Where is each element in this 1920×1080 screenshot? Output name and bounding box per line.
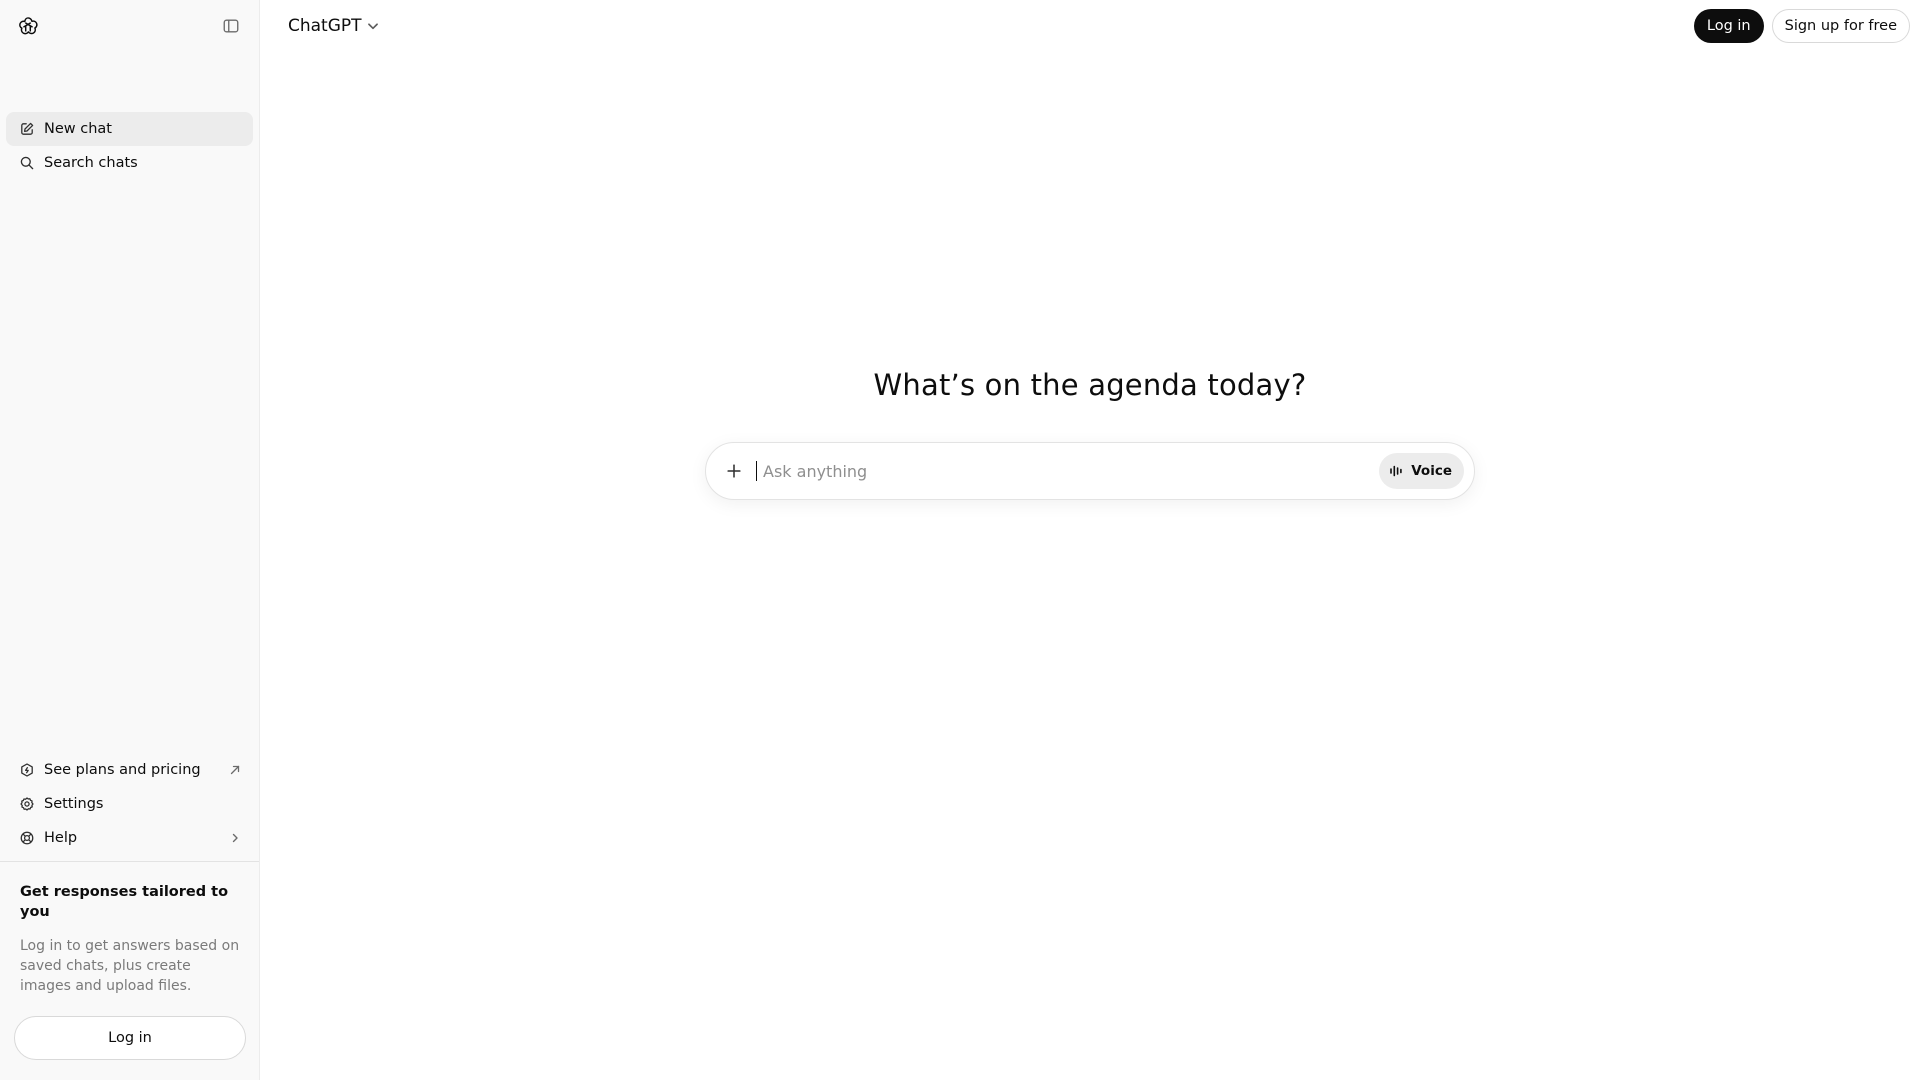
model-name: ChatGPT	[288, 16, 362, 36]
plans-icon	[18, 761, 36, 779]
login-button[interactable]: Log in	[1693, 9, 1764, 43]
main-area: ChatGPT Log in Sign up for free What’s o…	[260, 0, 1920, 1080]
voice-waveform-icon	[1389, 464, 1405, 478]
chevron-down-icon	[366, 19, 380, 33]
sidebar-item-label: See plans and pricing	[44, 762, 201, 778]
login-promo: Get responses tailored to you Log in to …	[0, 861, 259, 1080]
composer: Voice	[705, 442, 1475, 500]
sidebar-item-label: New chat	[44, 121, 112, 137]
openai-logo-icon[interactable]	[14, 12, 42, 40]
edit-icon	[18, 120, 36, 138]
sidebar-toggle-icon[interactable]	[217, 12, 245, 40]
sidebar-header	[0, 0, 259, 52]
attach-plus-icon[interactable]	[716, 453, 752, 489]
sidebar-item-settings[interactable]: Settings	[6, 787, 253, 821]
sidebar-item-plans[interactable]: See plans and pricing	[6, 753, 253, 787]
hero: What’s on the agenda today? Ask anything…	[260, 368, 1920, 500]
promo-title: Get responses tailored to you	[20, 884, 229, 920]
model-selector[interactable]: ChatGPT	[278, 10, 390, 42]
sidebar-item-label: Settings	[44, 796, 104, 812]
sidebar-item-help[interactable]: Help	[6, 821, 253, 855]
help-icon	[18, 829, 36, 847]
prompt-input[interactable]	[756, 461, 1380, 481]
sidebar: New chat Search chats See plans and pric…	[0, 0, 260, 1080]
page-title: What’s on the agenda today?	[873, 368, 1307, 402]
sidebar-item-new-chat[interactable]: New chat	[6, 112, 253, 146]
chevron-right-icon	[227, 830, 243, 846]
top-bar: ChatGPT Log in Sign up for free	[260, 0, 1920, 52]
voice-label: Voice	[1411, 463, 1452, 479]
voice-button[interactable]: Voice	[1379, 453, 1464, 489]
auth-actions: Log in Sign up for free	[1693, 9, 1910, 43]
sidebar-nav: New chat Search chats	[0, 52, 259, 180]
signup-button[interactable]: Sign up for free	[1771, 9, 1910, 43]
search-icon	[18, 154, 36, 172]
sidebar-login-button[interactable]: Log in	[14, 1016, 246, 1060]
sidebar-item-label: Help	[44, 830, 78, 846]
gear-icon	[18, 795, 36, 813]
promo-text: Log in to get answers based on saved cha…	[20, 938, 240, 994]
sidebar-item-search-chats[interactable]: Search chats	[6, 146, 253, 180]
app-root: New chat Search chats See plans and pric…	[0, 0, 1920, 1080]
sidebar-item-label: Search chats	[44, 155, 138, 171]
external-link-icon	[227, 762, 243, 778]
sidebar-bottom-links: See plans and pricing Settings Help	[0, 753, 259, 861]
